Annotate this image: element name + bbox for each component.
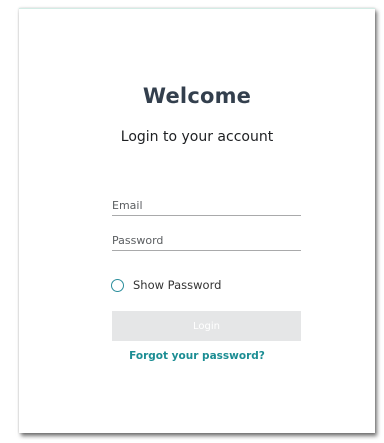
show-password-toggle[interactable]: Show Password: [111, 276, 221, 294]
login-card: Welcome Login to your account Show Passw…: [19, 8, 375, 433]
password-field[interactable]: [112, 231, 301, 251]
page: Welcome Login to your account Show Passw…: [0, 0, 384, 443]
page-subtitle: Login to your account: [120, 129, 274, 145]
forgot-password-link[interactable]: Forgot your password?: [19, 350, 375, 362]
show-password-label: Show Password: [133, 278, 222, 292]
page-title: Welcome: [142, 84, 252, 108]
email-field[interactable]: [112, 196, 301, 216]
radio-circle-icon[interactable]: [111, 278, 124, 292]
login-button[interactable]: Login: [112, 311, 301, 341]
